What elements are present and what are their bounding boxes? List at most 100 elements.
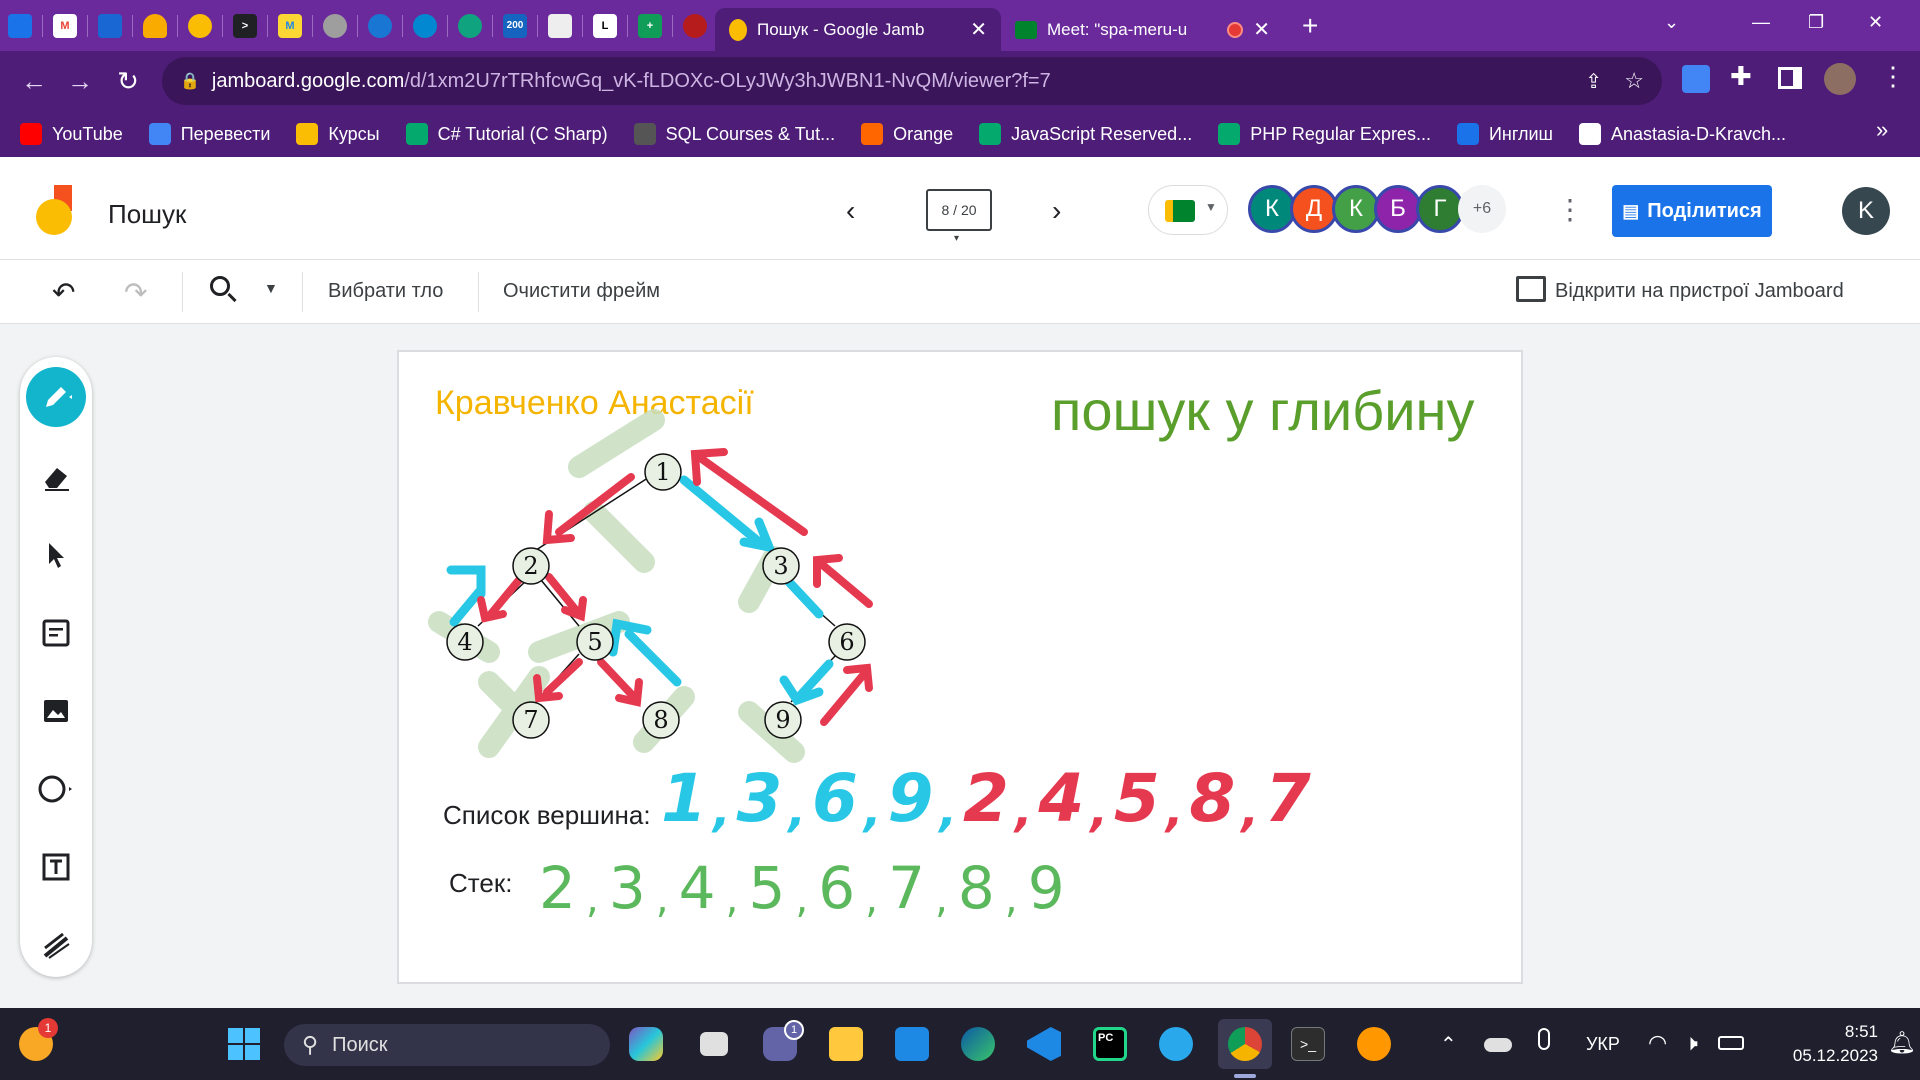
bookmark-item[interactable]: JavaScript Reserved...	[979, 123, 1192, 145]
open-on-jamboard-button[interactable]: Відкрити на пристрої Jamboard	[1555, 280, 1844, 303]
collaborator-avatar[interactable]: Б	[1374, 185, 1422, 233]
bookmark-item[interactable]: Курсы	[296, 123, 380, 145]
close-window-button[interactable]: ✕	[1868, 0, 1883, 44]
laser-tool-button[interactable]	[26, 915, 86, 975]
pinned-tab-sheets[interactable]: +	[630, 0, 670, 51]
text-box-tool-button[interactable]	[26, 837, 86, 897]
bookmark-item[interactable]: Orange	[861, 123, 953, 145]
onedrive-icon[interactable]	[1484, 1038, 1512, 1052]
side-panel-icon[interactable]	[1778, 67, 1802, 89]
tab-search-button[interactable]: ⌄	[1664, 0, 1679, 44]
star-icon[interactable]: ☆	[1624, 68, 1644, 94]
share-button[interactable]: ▤ Поділитися	[1612, 185, 1772, 237]
microphone-icon[interactable]	[1538, 1028, 1550, 1050]
copilot-button[interactable]	[624, 1022, 668, 1066]
frame-counter[interactable]: 8 / 20	[926, 189, 992, 231]
taskbar-search[interactable]: ⚲ Поиск	[284, 1024, 610, 1066]
collaborator-avatar[interactable]: К	[1248, 185, 1296, 233]
frame-bar-caret-icon[interactable]: ▾	[954, 233, 959, 244]
pen-tool-button[interactable]	[26, 367, 86, 427]
more-vert-icon[interactable]: ⋮	[1880, 61, 1906, 92]
forward-button[interactable]: →	[58, 59, 102, 103]
clear-frame-button[interactable]: Очистити фрейм	[503, 280, 660, 303]
set-background-button[interactable]: Вибрати тло	[328, 280, 443, 303]
undo-icon[interactable]: ↶	[52, 276, 75, 309]
previous-frame-button[interactable]: ‹	[846, 195, 855, 227]
mail-button[interactable]	[890, 1022, 934, 1066]
task-view-button[interactable]	[692, 1022, 736, 1066]
new-tab-button[interactable]: +	[1302, 10, 1318, 42]
pinned-tab-avatar[interactable]	[675, 0, 715, 51]
close-icon[interactable]: ✕	[1253, 17, 1270, 42]
pinned-tab-terminal[interactable]: >	[225, 0, 265, 51]
pinned-tab-bell[interactable]	[135, 0, 175, 51]
zoom-dropdown-icon[interactable]: ▼	[264, 280, 278, 296]
collaborator-avatar[interactable]: Д	[1290, 185, 1338, 233]
tab-meet[interactable]: Meet: "spa-meru-u ✕	[1001, 8, 1284, 51]
jam-frame[interactable]: Кравченко Анастасії пошук у глибину 1 2 …	[397, 350, 1523, 984]
bookmark-item[interactable]: C# Tutorial (C Sharp)	[405, 123, 608, 145]
edge-button[interactable]	[956, 1022, 1000, 1066]
vscode-button[interactable]	[1022, 1022, 1066, 1066]
pinned-tab-gmail[interactable]: M	[45, 0, 85, 51]
chrome-button[interactable]	[1218, 1019, 1272, 1069]
eraser-tool-button[interactable]	[26, 447, 86, 507]
wifi-icon[interactable]: ◠	[1648, 1030, 1667, 1056]
battery-icon[interactable]	[1718, 1036, 1744, 1050]
pinned-tab-m[interactable]: M	[270, 0, 310, 51]
select-tool-button[interactable]	[26, 525, 86, 585]
pinned-tab-chatgpt[interactable]	[315, 0, 355, 51]
volume-icon[interactable]: 🕨	[1684, 1030, 1698, 1056]
redo-icon[interactable]: ↷	[124, 276, 147, 309]
account-avatar[interactable]: K	[1842, 187, 1890, 235]
jamboard-logo[interactable]	[36, 185, 74, 237]
bookmark-item[interactable]: Anastasia-D-Kravch...	[1579, 123, 1786, 145]
pinned-tab-idea[interactable]	[360, 0, 400, 51]
translate-extension-icon[interactable]	[1682, 65, 1710, 93]
image-tool-button[interactable]	[26, 681, 86, 741]
more-options-icon[interactable]: ⋮	[1556, 193, 1584, 226]
document-title[interactable]: Пошук	[108, 199, 186, 230]
file-explorer-button[interactable]	[824, 1022, 868, 1066]
bookmark-item[interactable]: PHP Regular Expres...	[1218, 123, 1431, 145]
maximize-button[interactable]: ❐	[1808, 0, 1824, 44]
notification-bell-icon[interactable]: 🔔︎	[1888, 1030, 1916, 1056]
share-page-icon[interactable]: ⇪	[1585, 69, 1602, 94]
start-button[interactable]	[222, 1022, 266, 1066]
pinned-tab-l[interactable]: L	[585, 0, 625, 51]
tab-jamboard[interactable]: Пошук - Google Jamb ✕	[715, 8, 1001, 51]
sticky-note-tool-button[interactable]	[26, 603, 86, 663]
bookmark-item[interactable]: YouTube	[20, 123, 123, 145]
pinned-tab-contacts[interactable]	[0, 0, 40, 51]
weather-widget[interactable]: 1	[14, 1018, 58, 1066]
pinned-tab-teacher[interactable]	[405, 0, 445, 51]
pinned-tab-book[interactable]	[90, 0, 130, 51]
show-hidden-icons-button[interactable]: ⌃	[1440, 1032, 1457, 1057]
zoom-icon[interactable]	[208, 274, 238, 304]
profile-avatar[interactable]	[1824, 63, 1856, 95]
telegram-button[interactable]	[1154, 1022, 1198, 1066]
clock[interactable]: 8:51 05.12.2023	[1768, 1020, 1878, 1068]
more-collaborators-badge[interactable]: +6	[1458, 185, 1506, 233]
collaborator-avatar[interactable]: Г	[1416, 185, 1464, 233]
pinned-tab-bulb[interactable]	[180, 0, 220, 51]
bookmarks-overflow-button[interactable]: »	[1876, 117, 1888, 143]
terminal-button[interactable]: >_	[1286, 1022, 1330, 1066]
bookmark-item[interactable]: Перевести	[148, 123, 270, 145]
back-button[interactable]: ←	[12, 59, 56, 103]
bookmark-item[interactable]: SQL Courses & Tut...	[633, 123, 835, 145]
reload-button[interactable]: ↻	[106, 59, 150, 103]
teams-button[interactable]: 1	[758, 1020, 804, 1066]
vpn-button[interactable]	[1352, 1022, 1396, 1066]
pinned-tab-face[interactable]	[540, 0, 580, 51]
cast-device-icon[interactable]	[1516, 276, 1546, 302]
pycharm-button[interactable]: PC	[1088, 1022, 1132, 1066]
next-frame-button[interactable]: ›	[1052, 195, 1061, 227]
meet-button[interactable]: ▼	[1148, 185, 1228, 235]
extensions-icon[interactable]: ✚	[1730, 61, 1752, 92]
collaborator-avatar[interactable]: К	[1332, 185, 1380, 233]
minimize-button[interactable]: —	[1752, 0, 1770, 44]
language-indicator[interactable]: УКР	[1586, 1034, 1620, 1055]
bookmark-item[interactable]: Инглиш	[1456, 123, 1553, 145]
close-icon[interactable]: ✕	[970, 17, 987, 42]
